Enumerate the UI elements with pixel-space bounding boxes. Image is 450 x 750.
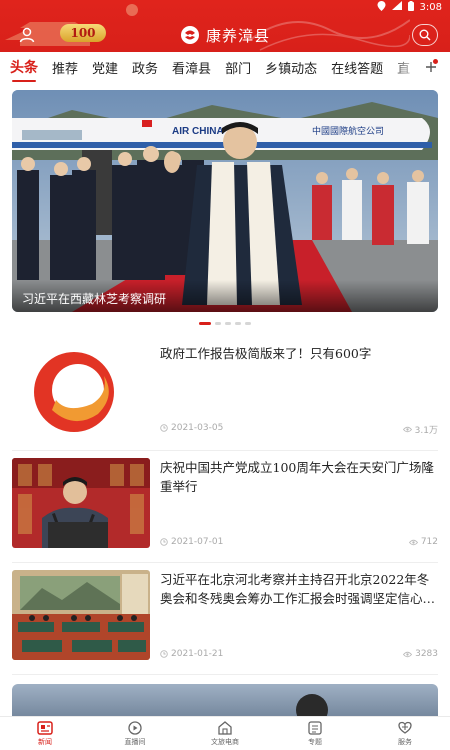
new-indicator-dot [433,59,438,64]
eye-icon [402,426,412,433]
tab-headlines[interactable]: 头条 [10,57,38,82]
news-title: 习近平在北京河北考察并主持召开北京2022年冬奥会和冬残奥会筹办工作汇报会时强调… [160,572,436,606]
nav-news-label: 新闻 [38,737,52,746]
app-title: 康养漳县 [180,24,270,46]
news-icon [37,720,53,735]
carousel-dot [245,322,251,325]
divider [12,562,438,563]
news-title: 政府工作报告极简版来了！只有600字 [160,346,372,361]
app-header: 3:08 100 康养漳县 [0,0,450,52]
divider [12,674,438,675]
news-thumb-logo [34,352,114,432]
nav-live[interactable]: 直播间 [90,717,180,750]
carousel-indicator [0,322,450,325]
tab-party-building[interactable]: 党建 [92,58,118,77]
news-thumb-hall [12,570,150,660]
carousel-dot [235,322,241,325]
nav-live-label: 直播间 [124,737,146,746]
tab-online-quiz[interactable]: 在线答题 [331,58,383,77]
topic-icon [308,720,322,735]
tab-government[interactable]: 政务 [132,58,158,77]
news-date-text: 2021-03-05 [171,423,224,433]
news-views: 3.1万 [402,423,438,436]
svg-text:AIR CHINA: AIR CHINA [172,126,224,137]
eye-icon [403,651,413,657]
news-item[interactable]: 政府工作报告极简版来了！只有600字 2021-03-05 3.1万 [12,344,438,444]
tab-zhangxian[interactable]: 看漳县 [172,58,211,77]
news-meta: 2021-07-01 712 [160,537,438,549]
tabs-fade [390,52,420,82]
news-item[interactable]: 庆祝中国共产党成立100周年大会在天安门广场隆重举行 2021-07-01 71… [12,458,438,558]
nav-service[interactable]: 服务 [360,717,450,750]
nav-topics[interactable]: 专题 [270,717,360,750]
news-views-text: 712 [420,537,438,547]
user-icon[interactable] [18,26,36,44]
service-icon [398,721,412,734]
news-date: 2021-03-05 [160,423,223,433]
news-date: 2021-01-21 [160,649,223,659]
nav-topics-label: 专题 [308,737,322,746]
clock-icon [160,650,168,658]
nav-news[interactable]: 新闻 [0,717,90,750]
svg-text:中國國際航空公司: 中國國際航空公司 [312,125,384,137]
tab-township-news[interactable]: 乡镇动态 [265,58,317,77]
banner-carousel[interactable]: AIR CHINA 中國國際航空公司 习近平在西藏林芝考察调研 [12,90,438,312]
app-title-text: 康养漳县 [206,26,271,45]
news-date-text: 2021-01-21 [171,649,224,659]
battery-icon [407,0,414,14]
shop-icon [218,720,232,735]
tab-departments[interactable]: 部门 [225,58,251,77]
news-views-text: 3.1万 [414,426,438,436]
banner-image: AIR CHINA 中國國際航空公司 [12,90,438,312]
news-item[interactable]: 习近平在北京河北考察并主持召开北京2022年冬奥会和冬残奥会筹办工作汇报会时强调… [12,570,438,670]
live-icon [128,720,142,735]
eye-icon [408,539,418,545]
news-thumbnail [12,570,150,660]
news-meta: 2021-01-21 3283 [160,649,438,661]
news-thumbnail [12,458,150,548]
news-views: 712 [408,537,438,547]
bottom-navigation: 新闻 直播间 文旅电商 专题 服务 [0,716,450,750]
add-channel-button[interactable] [420,52,442,82]
news-views: 3283 [403,649,438,659]
divider [12,450,438,451]
signal-icon [391,1,402,13]
status-time: 3:08 [419,1,442,13]
channel-tabs: 头条 推荐 党建 政务 看漳县 部门 乡镇动态 在线答题 直 [0,52,450,82]
news-date-text: 2021-07-01 [171,537,224,547]
status-bar: 3:08 [0,0,450,14]
location-icon [377,0,386,14]
tab-recommended[interactable]: 推荐 [52,58,78,77]
news-thumbnail [12,344,150,434]
search-button[interactable] [412,24,438,46]
app-logo-icon [181,26,199,44]
clock-icon [160,424,168,432]
clock-icon [160,538,168,546]
carousel-dot [215,322,221,325]
carousel-dot-active [199,322,211,325]
party-100-logo: 100 [60,24,106,42]
banner-caption: 习近平在西藏林芝考察调研 [12,280,438,312]
nav-shop-label: 文旅电商 [211,737,239,746]
nav-service-label: 服务 [398,737,412,746]
carousel-dot [225,322,231,325]
news-date: 2021-07-01 [160,537,223,547]
news-views-text: 3283 [415,649,438,659]
news-meta: 2021-03-05 3.1万 [160,423,438,436]
nav-shop[interactable]: 文旅电商 [180,717,270,750]
news-title: 庆祝中国共产党成立100周年大会在天安门广场隆重举行 [160,460,434,494]
news-thumb-podium [12,458,150,548]
search-icon [419,29,431,41]
